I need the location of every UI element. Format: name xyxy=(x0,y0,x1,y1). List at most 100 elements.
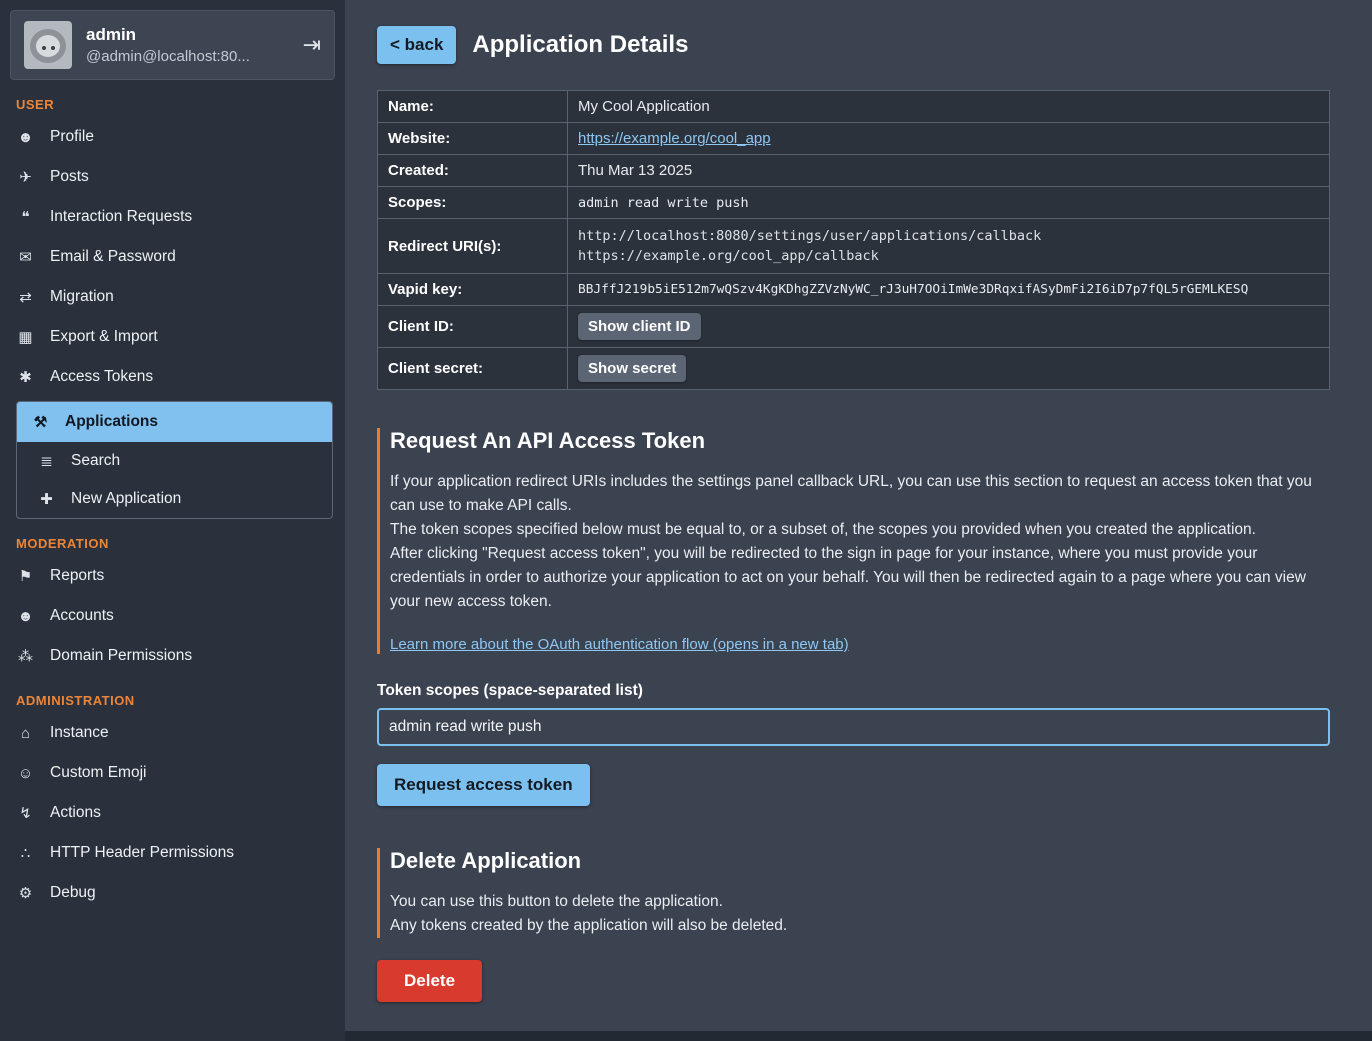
detail-key: Redirect URI(s): xyxy=(378,219,568,274)
detail-key: Vapid key: xyxy=(378,274,568,306)
administration-nav: ⌂ Instance ☺ Custom Emoji ↯ Actions ∴ HT… xyxy=(0,713,345,913)
sidebar-item-custom-emoji[interactable]: ☺ Custom Emoji xyxy=(0,753,345,793)
section-label-moderation: MODERATION xyxy=(16,536,329,551)
sidebar-item-instance[interactable]: ⌂ Instance xyxy=(0,713,345,753)
request-token-heading: Request An API Access Token xyxy=(390,428,1330,454)
detail-key: Created: xyxy=(378,155,568,187)
sidebar-item-domain-permissions[interactable]: ⁂ Domain Permissions xyxy=(0,636,345,676)
request-token-description: Request An API Access Token If your appl… xyxy=(377,428,1330,654)
delete-application-section: Delete Application You can use this butt… xyxy=(377,848,1330,1002)
website-link[interactable]: https://example.org/cool_app xyxy=(578,130,771,147)
detail-key: Client secret: xyxy=(378,348,568,390)
sidebar-item-http-header-permissions[interactable]: ∴ HTTP Header Permissions xyxy=(0,833,345,873)
flag-icon: ⚑ xyxy=(16,567,35,585)
sitemap-icon: ⌂ xyxy=(16,725,35,742)
sidebar-item-label: Profile xyxy=(50,128,94,146)
delete-heading: Delete Application xyxy=(390,848,1330,874)
sidebar-item-access-tokens[interactable]: ✱ Access Tokens xyxy=(0,357,345,397)
list-icon: ≣ xyxy=(37,452,56,470)
section-label-user: USER xyxy=(16,97,329,112)
oauth-docs-link[interactable]: Learn more about the OAuth authenticatio… xyxy=(390,636,849,653)
delete-button[interactable]: Delete xyxy=(377,960,482,1002)
exchange-arrows-icon: ⇄ xyxy=(16,288,35,306)
sidebar-item-export-import[interactable]: ▦ Export & Import xyxy=(0,317,345,357)
sidebar: admin @admin@localhost:80... ⇥ USER ☻ Pr… xyxy=(0,0,345,1041)
user-handle: @admin@localhost:80... xyxy=(86,48,251,65)
show-client-id-button[interactable]: Show client ID xyxy=(578,313,701,340)
user-card[interactable]: admin @admin@localhost:80... ⇥ xyxy=(10,10,335,80)
avatar xyxy=(24,21,72,69)
sidebar-item-actions[interactable]: ↯ Actions xyxy=(0,793,345,833)
detail-value-scopes: admin read write push xyxy=(568,187,1330,219)
description-paragraph: After clicking "Request access token", y… xyxy=(390,542,1330,614)
plus-icon: ✚ xyxy=(37,490,56,508)
redirect-uri: https://example.org/cool_app/callback xyxy=(578,246,1319,266)
description-paragraph: If your application redirect URIs includ… xyxy=(390,470,1330,518)
token-scopes-input[interactable] xyxy=(377,708,1330,746)
sidebar-item-label: Export & Import xyxy=(50,328,158,346)
sidebar-item-profile[interactable]: ☻ Profile xyxy=(0,117,345,157)
table-row: Vapid key: BBJffJ219b5iE512m7wQSzv4KgKDh… xyxy=(378,274,1330,306)
sidebar-item-applications[interactable]: ⚒ Applications xyxy=(17,402,332,442)
section-label-administration: ADMINISTRATION xyxy=(16,693,329,708)
sidebar-item-posts[interactable]: ✈ Posts xyxy=(0,157,345,197)
detail-value: Show client ID xyxy=(568,306,1330,348)
oauth-link-row: Learn more about the OAuth authenticatio… xyxy=(390,636,1330,654)
user-meta: admin @admin@localhost:80... xyxy=(86,25,285,65)
comment-icon: ❝ xyxy=(16,208,35,226)
sidebar-item-label: Email & Password xyxy=(50,248,176,266)
logout-icon[interactable]: ⇥ xyxy=(303,34,321,56)
sidebar-item-debug[interactable]: ⚙ Debug xyxy=(0,873,345,913)
table-row: Website: https://example.org/cool_app xyxy=(378,123,1330,155)
floppy-disk-icon: ▦ xyxy=(16,328,35,346)
paper-plane-icon: ✈ xyxy=(16,168,35,186)
table-row: Client ID: Show client ID xyxy=(378,306,1330,348)
detail-value-vapid-key: BBJffJ219b5iE512m7wQSzv4KgKDhgZZVzNyWC_r… xyxy=(568,274,1330,306)
sidebar-item-label: Custom Emoji xyxy=(50,764,146,782)
sidebar-item-label: Reports xyxy=(50,567,104,585)
tools-icon: ⚒ xyxy=(31,413,50,431)
sidebar-item-label: Migration xyxy=(50,288,114,306)
show-secret-button[interactable]: Show secret xyxy=(578,355,686,382)
sidebar-item-applications-search[interactable]: ≣ Search xyxy=(17,442,332,480)
sidebar-item-migration[interactable]: ⇄ Migration xyxy=(0,277,345,317)
sidebar-item-label: Accounts xyxy=(50,607,114,625)
sidebar-item-label: Actions xyxy=(50,804,101,822)
sidebar-item-reports[interactable]: ⚑ Reports xyxy=(0,556,345,596)
envelope-lock-icon: ✉ xyxy=(16,248,35,266)
detail-value: My Cool Application xyxy=(568,91,1330,123)
detail-value: Show secret xyxy=(568,348,1330,390)
token-scopes-label: Token scopes (space-separated list) xyxy=(377,682,1330,700)
sidebar-item-new-application[interactable]: ✚ New Application xyxy=(17,480,332,518)
sidebar-item-label: HTTP Header Permissions xyxy=(50,844,234,862)
delete-description: Delete Application You can use this butt… xyxy=(377,848,1330,938)
sidebar-item-label: Instance xyxy=(50,724,109,742)
redirect-uri: http://localhost:8080/settings/user/appl… xyxy=(578,226,1319,246)
sidebar-item-email-password[interactable]: ✉ Email & Password xyxy=(0,237,345,277)
detail-key: Website: xyxy=(378,123,568,155)
detail-key: Client ID: xyxy=(378,306,568,348)
page-title: Application Details xyxy=(472,31,688,59)
back-button[interactable]: < back xyxy=(377,26,456,64)
sidebar-item-accounts[interactable]: ☻ Accounts xyxy=(0,596,345,636)
user-icon: ☻ xyxy=(16,129,35,146)
request-token-section: Request An API Access Token If your appl… xyxy=(377,428,1330,806)
user-name: admin xyxy=(86,25,285,45)
sidebar-item-label: Interaction Requests xyxy=(50,208,192,226)
sidebar-item-label: New Application xyxy=(71,490,181,508)
app-root: admin @admin@localhost:80... ⇥ USER ☻ Pr… xyxy=(0,0,1372,1041)
table-row: Redirect URI(s): http://localhost:8080/s… xyxy=(378,219,1330,274)
sidebar-item-label: Debug xyxy=(50,884,96,902)
sidebar-item-label: Posts xyxy=(50,168,89,186)
detail-key: Scopes: xyxy=(378,187,568,219)
sidebar-item-label: Access Tokens xyxy=(50,368,153,386)
sidebar-item-interaction-requests[interactable]: ❝ Interaction Requests xyxy=(0,197,345,237)
sidebar-item-label: Search xyxy=(71,452,120,470)
moderation-nav: ⚑ Reports ☻ Accounts ⁂ Domain Permission… xyxy=(0,556,345,676)
description-paragraph: The token scopes specified below must be… xyxy=(390,518,1330,542)
description-paragraph: You can use this button to delete the ap… xyxy=(390,890,1330,914)
request-access-token-button[interactable]: Request access token xyxy=(377,764,590,806)
table-row: Client secret: Show secret xyxy=(378,348,1330,390)
avatar-face xyxy=(42,46,46,50)
description-paragraph: Any tokens created by the application wi… xyxy=(390,914,1330,938)
